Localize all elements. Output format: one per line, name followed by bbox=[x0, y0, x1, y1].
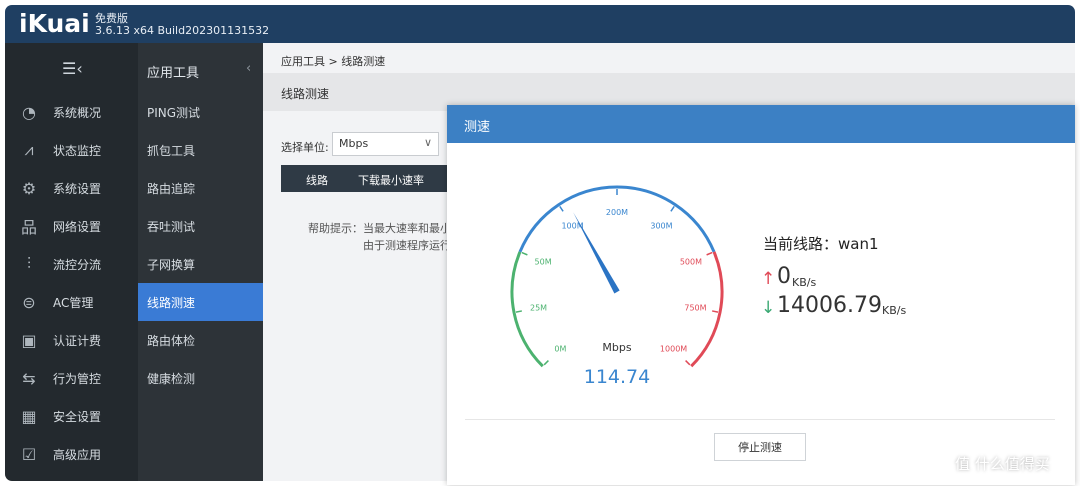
download-value: 14006.79 bbox=[777, 293, 882, 318]
gear-icon: ⚙ bbox=[21, 178, 37, 198]
modal-divider bbox=[465, 419, 1055, 420]
subnav-item-checkup[interactable]: 路由体检 bbox=[138, 321, 263, 359]
sidebar-item-label: AC管理 bbox=[53, 295, 94, 310]
gauge-arc-mid bbox=[518, 185, 716, 253]
breadcrumb: 应用工具 > 线路测速 bbox=[281, 55, 386, 68]
sliders-icon: ⫶ bbox=[26, 254, 31, 273]
sidebar-item-label: 流控分流 bbox=[53, 257, 102, 272]
subnav-item-capture[interactable]: 抓包工具 bbox=[138, 131, 263, 169]
unit-label: 选择单位: bbox=[281, 141, 329, 154]
sidebar-item-system-settings[interactable]: ⚙ 系统设置 bbox=[5, 169, 138, 207]
gauge-value: 114.74 bbox=[584, 366, 650, 388]
gauge-tick bbox=[711, 310, 719, 313]
subnav-item-speedtest[interactable]: 线路测速 bbox=[138, 283, 263, 321]
gauge-tick-label: 500M bbox=[680, 257, 702, 266]
gauge-tick bbox=[515, 310, 523, 313]
chevron-down-icon: ∨ bbox=[423, 136, 432, 149]
speedtest-modal: 测速 0M 25M 50M 100M 200M 300M 500M 750M 1000M Mbp… bbox=[447, 105, 1075, 485]
sidebar-item-advanced[interactable]: ☑ 高级应用 bbox=[5, 435, 138, 473]
current-line-label: 当前线路：wan1 bbox=[763, 235, 879, 253]
version-label: 3.6.13 x64 Build202301131532 bbox=[95, 24, 270, 37]
sidebar-item-label: 高级应用 bbox=[53, 447, 102, 462]
network-icon: 品 bbox=[20, 218, 37, 237]
gauge-tick bbox=[543, 360, 549, 366]
page-title: 线路测速 bbox=[281, 87, 330, 101]
download-unit: KB/s bbox=[882, 304, 907, 317]
sidebar-item-network[interactable]: 品 网络设置 bbox=[5, 207, 138, 245]
gauge-tick bbox=[521, 251, 528, 256]
gauge-tick-label: 0M bbox=[554, 345, 566, 354]
checkbox-icon: ☑ bbox=[21, 444, 37, 464]
gauge-tick-label: 50M bbox=[535, 257, 552, 266]
gauge-tick bbox=[559, 205, 564, 212]
sidebar-item-label: 系统概况 bbox=[53, 105, 102, 120]
unit-select-value: Mbps bbox=[339, 137, 369, 150]
upload-value: 0 bbox=[777, 264, 791, 289]
ikuai-logo: iKuai bbox=[19, 9, 90, 38]
gauge-needle bbox=[573, 212, 620, 294]
gauge-tick-label: 1000M bbox=[660, 345, 687, 354]
gauge-tick-label: 300M bbox=[650, 221, 672, 230]
main-sidebar: ☰‹ ◔ 系统概况 ⩘ 状态监控 ⚙ 系统设置 品 网络设置 ⫶ 流控分流 ⊜ … bbox=[5, 43, 138, 481]
sidebar-item-label: 认证计费 bbox=[53, 333, 102, 348]
table-header: 线路 下载最小速率 bbox=[281, 165, 457, 192]
firewall-icon: ▦ bbox=[21, 406, 37, 426]
gauge-tick bbox=[685, 360, 691, 366]
subnav-item-throughput[interactable]: 吞吐测试 bbox=[138, 207, 263, 245]
sidebar-item-behavior[interactable]: ⇆ 行为管控 bbox=[5, 359, 138, 397]
top-bar: iKuai 免费版 3.6.13 x64 Build202301131532 bbox=[5, 5, 1075, 43]
sidebar-item-label: 安全设置 bbox=[53, 409, 102, 424]
download-arrow-icon: ↓ bbox=[761, 298, 776, 318]
swap-icon: ⇆ bbox=[22, 368, 36, 388]
sidebar-item-auth[interactable]: ▣ 认证计费 bbox=[5, 321, 138, 359]
column-header-line: 线路 bbox=[306, 174, 328, 187]
gauge-tick-labels: 0M25M50M100M200M300M500M750M1000M bbox=[530, 208, 707, 354]
gauge-tick-label: 25M bbox=[530, 304, 547, 313]
column-header-download-min: 下载最小速率 bbox=[358, 174, 424, 187]
subnav-collapse-icon[interactable]: ‹ bbox=[246, 61, 251, 76]
menu-collapse-icon[interactable]: ☰‹ bbox=[62, 59, 83, 78]
dashboard-icon: ◔ bbox=[22, 102, 36, 122]
unit-select[interactable]: Mbps ∨ bbox=[332, 132, 439, 156]
sidebar-item-flow-control[interactable]: ⫶ 流控分流 bbox=[5, 245, 138, 283]
upload-unit: KB/s bbox=[792, 276, 817, 289]
gauge-tick-label: 750M bbox=[684, 304, 706, 313]
help-tip-line: 由于测速程序运行时 bbox=[363, 239, 462, 252]
monitor-icon: ⩘ bbox=[24, 140, 34, 159]
sidebar-item-label: 网络设置 bbox=[53, 219, 102, 234]
gauge-tick-label: 200M bbox=[606, 208, 628, 217]
gauge-tick bbox=[670, 205, 675, 212]
sidebar-item-overview[interactable]: ◔ 系统概况 bbox=[5, 93, 138, 131]
subnav-item-ping[interactable]: PING测试 bbox=[138, 93, 263, 131]
subnav-item-health[interactable]: 健康检测 bbox=[138, 359, 263, 397]
subnav-title: 应用工具 bbox=[147, 66, 200, 81]
sidebar-item-monitor[interactable]: ⩘ 状态监控 bbox=[5, 131, 138, 169]
tools-subnav: 应用工具 ‹ PING测试 抓包工具 路由追踪 吞吐测试 子网换算 线路测速 路… bbox=[138, 43, 263, 481]
gauge-unit: Mbps bbox=[602, 341, 631, 354]
help-tip-line: 帮助提示：当最大速率和最小速 bbox=[308, 222, 462, 235]
sidebar-item-label: 系统设置 bbox=[53, 181, 102, 196]
subnav-item-subnet-calc[interactable]: 子网换算 bbox=[138, 245, 263, 283]
sidebar-item-label: 状态监控 bbox=[53, 143, 102, 158]
modal-title: 测速 bbox=[464, 120, 491, 135]
sidebar-item-ac[interactable]: ⊜ AC管理 bbox=[5, 283, 138, 321]
sidebar-item-security[interactable]: ▦ 安全设置 bbox=[5, 397, 138, 435]
upload-arrow-icon: ↑ bbox=[761, 269, 776, 289]
gauge-tick bbox=[706, 251, 713, 256]
subnav-item-traceroute[interactable]: 路由追踪 bbox=[138, 169, 263, 207]
watermark: 值 什么值得买 bbox=[955, 455, 1050, 473]
help-tip: 帮助提示：当最大速率和最小速 由于测速程序运行时 bbox=[308, 220, 462, 254]
sidebar-item-label: 行为管控 bbox=[53, 371, 102, 386]
wifi-icon: ⊜ bbox=[22, 292, 36, 312]
stop-speedtest-button[interactable]: 停止测速 bbox=[714, 433, 806, 461]
speed-gauge: 0M25M50M100M200M300M500M750M1000M Mbps 1… bbox=[510, 185, 724, 388]
sidebar-collapse-button[interactable]: ☰‹ bbox=[5, 43, 138, 93]
modal-header: 测速 bbox=[447, 105, 1075, 143]
id-card-icon: ▣ bbox=[21, 330, 37, 350]
